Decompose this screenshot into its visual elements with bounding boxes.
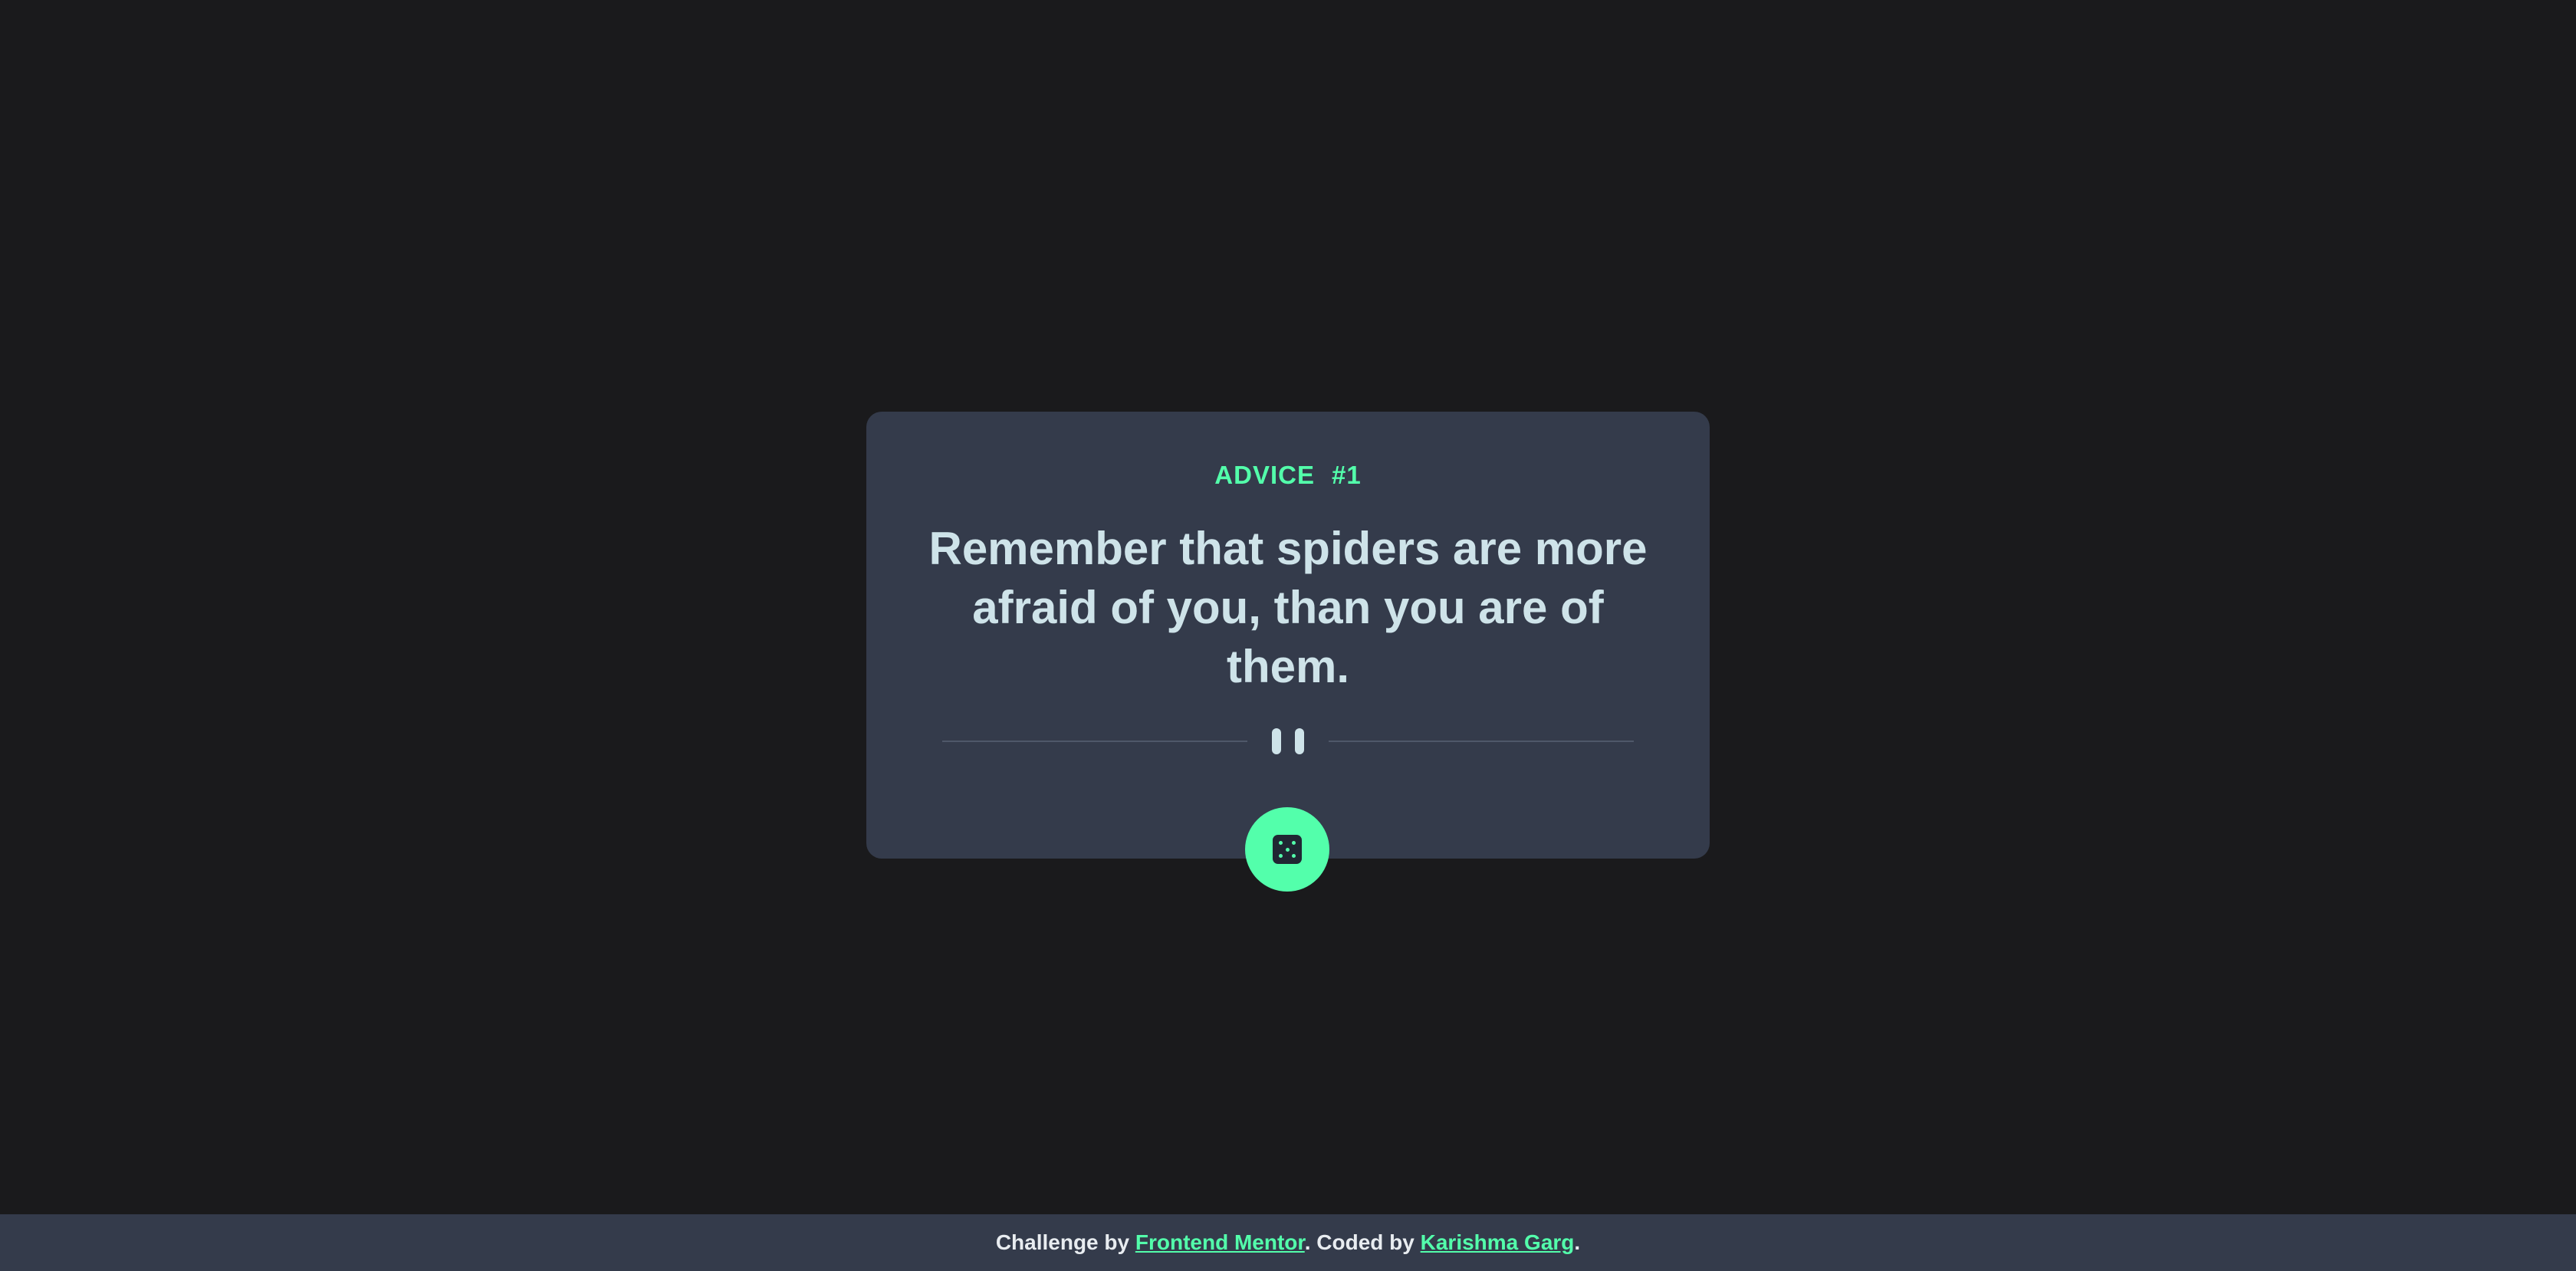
- footer-suffix: .: [1574, 1230, 1581, 1254]
- footer: Challenge by Frontend Mentor. Coded by K…: [0, 1214, 2576, 1271]
- divider: [942, 728, 1634, 754]
- divider-line-left: [942, 741, 1247, 742]
- author-link[interactable]: Karishma Garg: [1421, 1230, 1575, 1254]
- dice-icon: [1273, 835, 1302, 864]
- footer-middle: . Coded by: [1304, 1230, 1421, 1254]
- advice-number: #1: [1331, 461, 1362, 489]
- advice-card: ADVICE #1 Remember that spiders are more …: [866, 412, 1710, 892]
- footer-prefix: Challenge by: [995, 1230, 1135, 1254]
- frontend-mentor-link[interactable]: Frontend Mentor: [1135, 1230, 1305, 1254]
- pause-icon: [1272, 728, 1304, 754]
- divider-line-right: [1329, 741, 1634, 742]
- advice-label: ADVICE: [1214, 461, 1315, 489]
- generate-advice-button[interactable]: [1245, 807, 1329, 892]
- advice-id: ADVICE #1: [866, 461, 1710, 490]
- advice-quote: Remember that spiders are more afraid of…: [928, 523, 1648, 692]
